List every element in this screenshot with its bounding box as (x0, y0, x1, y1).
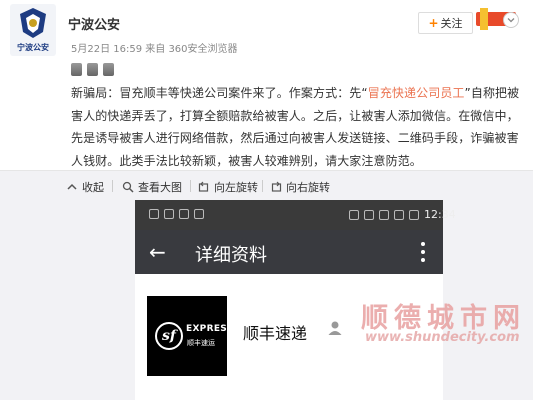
status-icons-right: 12:34 (349, 208, 456, 221)
post-text-part: 新骗局：冒充顺丰等快递公司案件来了。作案方式：先“ (71, 86, 368, 100)
post-content: 新骗局：冒充顺丰等快递公司案件来了。作案方式：先“冒充快递公司员工”自称把被害人… (71, 82, 521, 172)
phone-status-bar: 12:34 (135, 200, 456, 230)
status-icons-left (149, 209, 204, 219)
sf-mark: sf (155, 322, 183, 350)
follow-button[interactable]: + 关注 (418, 12, 473, 34)
watermark-url: www.shundecity.com (365, 330, 520, 345)
alarm-icon (349, 209, 359, 220)
divider (190, 180, 191, 192)
logo-express-text: EXPRESS (186, 324, 234, 334)
rotate-left-button[interactable]: 向左旋转 (198, 179, 258, 195)
account-name[interactable]: 宁波公安 (68, 14, 120, 33)
signal-icon (394, 209, 404, 220)
follow-label: 关注 (440, 17, 463, 30)
logo-cn-text: 顺丰速运 (187, 339, 215, 347)
collapse-button[interactable]: 收起 (66, 179, 104, 195)
sf-express-logo: sf EXPRESS 顺丰速运 (147, 296, 233, 376)
rotate-right-button[interactable]: 向右旋转 (270, 179, 330, 195)
collapse-icon (67, 183, 77, 190)
phone-title-bar: ← 详细资料 (135, 230, 443, 274)
notification-icon (179, 209, 189, 219)
notification-icon (164, 209, 174, 219)
wifi-icon (379, 209, 389, 220)
chevron-down-icon (507, 18, 515, 23)
divider (262, 180, 263, 192)
avatar[interactable]: 宁波公安 (10, 4, 56, 56)
more-menu-button[interactable] (503, 12, 519, 28)
police-badge-icon (20, 8, 46, 38)
contact-name: 顺丰速递 (243, 324, 308, 343)
post-text-highlight: 冒充快递公司员工 (367, 86, 465, 100)
badge-icon (87, 63, 98, 76)
rotate-right-label: 向右旋转 (286, 181, 330, 194)
badge-icon (103, 63, 114, 76)
phone-page-title: 详细资料 (195, 245, 267, 266)
badge-icon (71, 63, 82, 76)
post-meta: 5月22日 16:59 来自 360安全浏览器 (71, 44, 238, 55)
plus-icon: + (428, 16, 439, 30)
rotate-left-label: 向左旋转 (214, 181, 258, 194)
back-arrow-icon[interactable]: ← (149, 242, 166, 262)
avatar-label: 宁波公安 (17, 43, 49, 52)
view-large-button[interactable]: 查看大图 (122, 179, 182, 195)
battery-icon (409, 209, 419, 220)
badge-row (71, 63, 114, 76)
rotate-left-icon (198, 181, 209, 192)
more-vertical-icon[interactable] (421, 242, 425, 262)
person-icon (328, 321, 342, 335)
post-header: 宁波公安 宁波公安 5月22日 16:59 来自 360安全浏览器 + 关注 (0, 0, 533, 62)
image-toolbar: 收起 查看大图 向左旋转 向右旋转 (0, 170, 533, 200)
rotate-right-icon (271, 181, 282, 192)
view-large-label: 查看大图 (138, 181, 182, 194)
collapse-label: 收起 (82, 181, 104, 194)
vibrate-icon (364, 209, 374, 220)
divider (112, 180, 113, 192)
notification-icon (149, 209, 159, 219)
status-time: 12:34 (424, 208, 456, 221)
notification-icon (194, 209, 204, 219)
zoom-icon (122, 181, 134, 193)
